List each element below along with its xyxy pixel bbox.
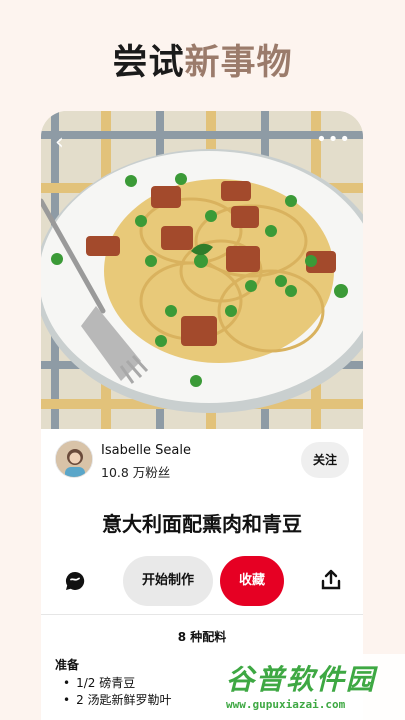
pin-image[interactable]: ‹ ••• [41,111,363,429]
more-icon[interactable]: ••• [316,131,351,149]
headline-part2: 新事物 [184,43,293,83]
divider [41,614,363,615]
ingredients-count: 8 种配料 [177,630,227,644]
ingredients-section-label: 准备 [55,658,80,672]
start-cooking-button[interactable]: 开始制作 [123,556,213,606]
app-screen: 尝试新事物 ‹ ••• Isabelle Seale 10.8 万粉丝 关注 意… [0,0,405,720]
watermark-url: www.gupuxiazai.com [226,698,346,711]
avatar-image [56,441,92,477]
list-item: 1/2 磅青豆 [63,675,172,692]
author-followers: 10.8 万粉丝 [101,465,171,480]
pin-title: 意大利面配熏肉和青豆 [102,512,302,536]
watermark-title: 谷普软件园 [226,663,377,696]
pasta-photo [41,111,363,429]
author-row: Isabelle Seale 10.8 万粉丝 关注 [55,440,349,482]
author-name[interactable]: Isabelle Seale [101,443,191,458]
avatar[interactable] [55,440,93,478]
comment-icon[interactable] [63,569,87,593]
headline-part1: 尝试 [112,43,185,83]
follow-button[interactable]: 关注 [301,442,349,478]
save-button[interactable]: 收藏 [220,556,284,606]
pin-detail-card: ‹ ••• Isabelle Seale 10.8 万粉丝 关注 意大利面配熏肉… [41,111,363,720]
ingredients-list: 1/2 磅青豆 2 汤匙新鲜罗勒叶 [63,675,172,709]
list-item: 2 汤匙新鲜罗勒叶 [63,692,171,709]
promo-headline: 尝试新事物 [0,34,405,85]
share-icon[interactable] [319,568,343,592]
action-bar: 开始制作 收藏 [41,556,363,606]
back-arrow-icon[interactable]: ‹ [55,131,79,155]
watermark-logo: 谷普软件园 www.gupuxiazai.com [220,654,405,720]
